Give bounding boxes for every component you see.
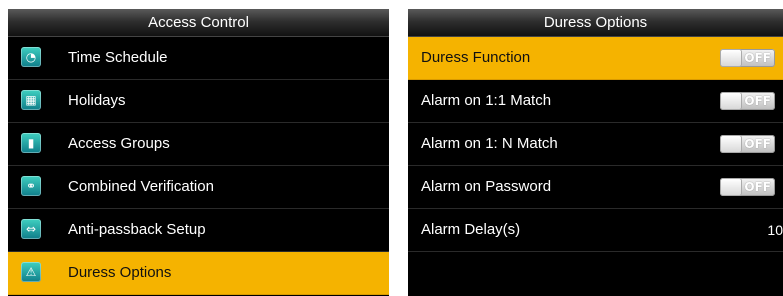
option-alarm-on-password[interactable]: Alarm on Password OFF bbox=[408, 166, 783, 209]
menu-item-label: Access Groups bbox=[68, 135, 170, 152]
option-alarm-1-1-match[interactable]: Alarm on 1:1 Match OFF bbox=[408, 80, 783, 123]
menu-item-label: Time Schedule bbox=[68, 49, 168, 66]
menu-item-time-schedule[interactable]: ◔ Time Schedule bbox=[8, 37, 389, 80]
option-label: Alarm Delay(s) bbox=[421, 221, 521, 238]
menu-item-access-groups[interactable]: ▮ Access Groups bbox=[8, 123, 389, 166]
panel-title: Access Control bbox=[8, 9, 389, 37]
menu-item-holidays[interactable]: ▦ Holidays bbox=[8, 80, 389, 123]
duress-options-panel: Duress Options Duress Function OFF Alarm… bbox=[408, 9, 783, 296]
alarm-1-n-toggle[interactable]: OFF bbox=[720, 135, 775, 153]
calendar-icon: ▦ bbox=[21, 90, 41, 110]
duress-icon: ⚠ bbox=[21, 262, 41, 282]
menu-item-label: Anti-passback Setup bbox=[68, 221, 206, 238]
menu-item-combined-verification[interactable]: ⚭ Combined Verification bbox=[8, 166, 389, 209]
option-duress-function[interactable]: Duress Function OFF bbox=[408, 37, 783, 80]
verification-icon: ⚭ bbox=[21, 176, 41, 196]
menu-item-label: Combined Verification bbox=[68, 178, 214, 195]
option-alarm-1-n-match[interactable]: Alarm on 1: N Match OFF bbox=[408, 123, 783, 166]
clock-icon: ◔ bbox=[21, 47, 41, 67]
menu-item-label: Duress Options bbox=[68, 264, 172, 281]
option-label: Alarm on Password bbox=[421, 178, 552, 195]
option-alarm-delay[interactable]: Alarm Delay(s) 10 bbox=[408, 209, 783, 252]
door-icon: ▮ bbox=[21, 133, 41, 153]
menu-item-label: Holidays bbox=[68, 92, 126, 109]
option-label: Duress Function bbox=[421, 49, 531, 66]
panel-title: Duress Options bbox=[408, 9, 783, 37]
anti-passback-icon: ⇔ bbox=[21, 219, 41, 239]
alarm-1-1-toggle[interactable]: OFF bbox=[720, 92, 775, 110]
alarm-password-toggle[interactable]: OFF bbox=[720, 178, 775, 196]
access-control-panel: Access Control ◔ Time Schedule ▦ Holiday… bbox=[8, 9, 389, 296]
option-label: Alarm on 1:1 Match bbox=[421, 92, 552, 109]
duress-function-toggle[interactable]: OFF bbox=[720, 49, 775, 67]
menu-item-duress-options[interactable]: ⚠ Duress Options bbox=[8, 252, 389, 295]
menu-item-anti-passback[interactable]: ⇔ Anti-passback Setup bbox=[8, 209, 389, 252]
option-label: Alarm on 1: N Match bbox=[421, 135, 558, 152]
alarm-delay-value: 10 bbox=[767, 222, 783, 238]
